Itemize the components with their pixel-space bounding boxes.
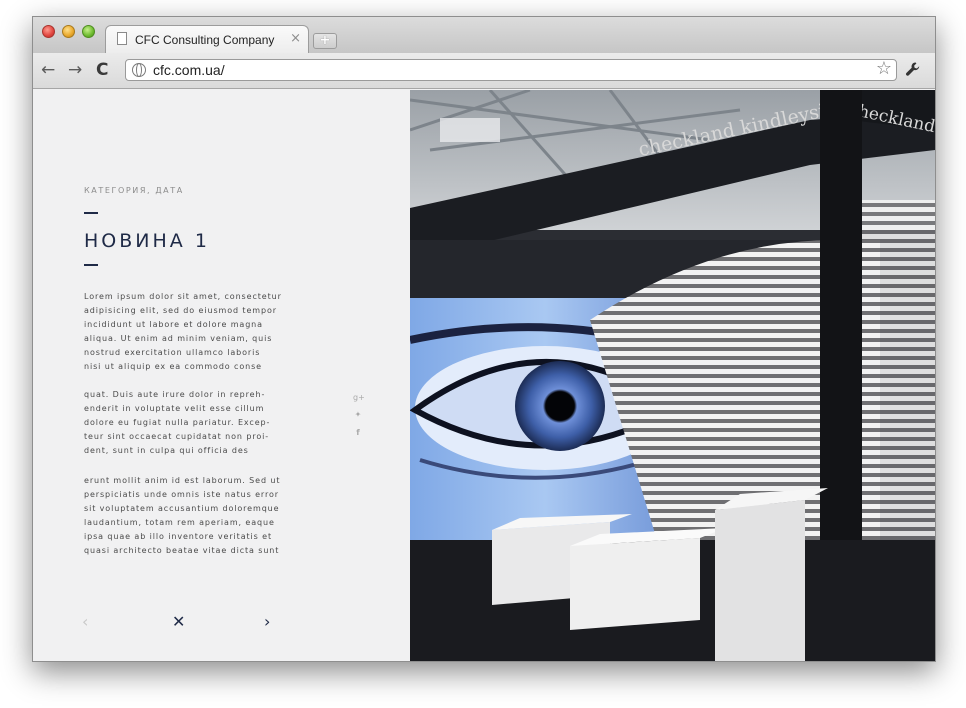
forward-button[interactable]: →	[68, 61, 82, 79]
browser-window: CFC Consulting Company × + ← → C cfc.com…	[32, 16, 936, 662]
window-minimize-button[interactable]	[62, 25, 75, 38]
exhibition-booth-image: checkland kindleysides checkland kind	[410, 90, 935, 661]
wrench-svg	[906, 62, 920, 76]
address-bar[interactable]: cfc.com.ua/ ☆	[125, 58, 897, 81]
article-photo: checkland kindleysides checkland kind	[410, 90, 935, 661]
wrench-icon[interactable]	[905, 61, 921, 81]
window-close-button[interactable]	[42, 25, 55, 38]
close-icon[interactable]: ✕	[172, 614, 185, 630]
article-paragraph-2: quat. Duis aute irure dolor in repreh- e…	[84, 390, 271, 456]
page-content: КАТЕГОРИЯ, ДАТА НОВИНА 1 Lorem ipsum dol…	[33, 90, 935, 661]
article-category-date: КАТЕГОРИЯ, ДАТА	[84, 186, 184, 195]
title-divider-top	[84, 212, 98, 214]
reload-button[interactable]: C	[96, 61, 108, 79]
tab-title: CFC Consulting Company	[135, 33, 275, 47]
facebook-icon[interactable]: f	[353, 428, 363, 437]
title-divider-bottom	[84, 264, 98, 266]
new-tab-button[interactable]: +	[313, 33, 337, 49]
back-button[interactable]: ←	[41, 61, 55, 79]
globe-icon	[132, 63, 146, 77]
next-arrow-icon[interactable]: ›	[264, 614, 270, 630]
tab-close-icon[interactable]: ×	[290, 31, 301, 46]
browser-tab-active[interactable]: CFC Consulting Company ×	[105, 25, 309, 53]
window-zoom-button[interactable]	[82, 25, 95, 38]
article-paragraph-1: Lorem ipsum dolor sit amet, consectetur …	[84, 292, 282, 372]
browser-toolbar: ← → C cfc.com.ua/ ☆	[33, 53, 935, 89]
twitter-icon[interactable]: ✦	[353, 410, 363, 419]
article-panel: КАТЕГОРИЯ, ДАТА НОВИНА 1 Lorem ipsum dol…	[33, 90, 410, 661]
tab-strip: CFC Consulting Company × +	[33, 17, 935, 53]
bookmark-star-icon[interactable]: ☆	[876, 58, 892, 79]
url-text[interactable]: cfc.com.ua/	[153, 62, 225, 78]
prev-arrow-icon[interactable]: ‹	[82, 614, 88, 630]
page-icon	[117, 32, 127, 45]
google-plus-icon[interactable]: g+	[353, 393, 365, 402]
article-paragraph-3: erunt mollit anim id est laborum. Sed ut…	[84, 476, 281, 556]
article-title: НОВИНА 1	[84, 230, 210, 252]
